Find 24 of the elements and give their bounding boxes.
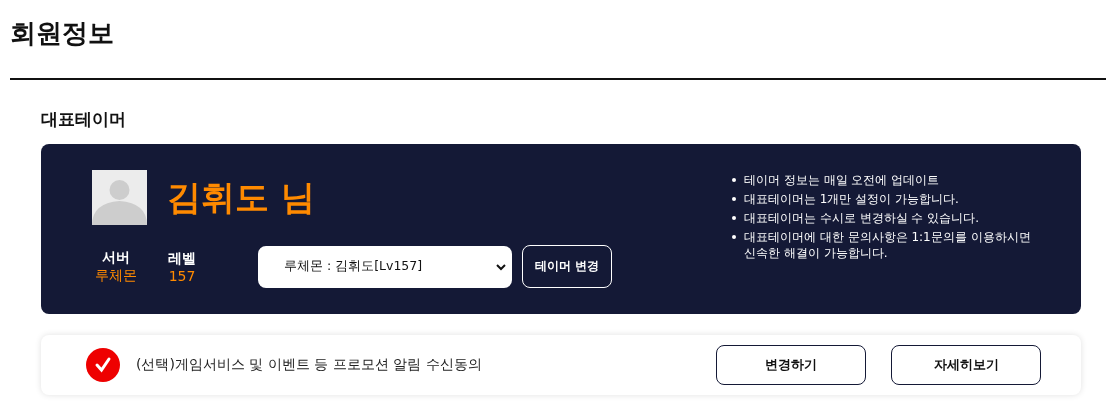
bullet-icon — [732, 216, 736, 220]
note-text: 대표테이머는 수시로 변경하실 수 있습니다. — [744, 210, 980, 226]
section-title: 대표테이머 — [41, 108, 127, 131]
note-text: 테이머 정보는 매일 오전에 업데이트 — [744, 172, 940, 188]
action-button[interactable]: 변경하기 — [716, 345, 866, 385]
stat-label: 레벨 — [168, 249, 196, 268]
chevron-down-icon — [496, 262, 506, 271]
avatar-icon — [92, 170, 147, 225]
consent-label: (선택)게임서비스 및 이벤트 등 프로모션 알림 수신동의 — [136, 356, 483, 374]
stat-value: 루체몬 — [95, 266, 137, 285]
action-button[interactable]: 자세히보기 — [891, 345, 1041, 385]
consent-checkbox[interactable] — [86, 348, 120, 382]
member-name: 김휘도 님 — [167, 175, 315, 219]
page-title: 회원정보 — [9, 17, 115, 50]
bullet-icon — [732, 197, 736, 201]
stat-label: 서버 — [102, 248, 130, 267]
check-icon — [94, 356, 112, 374]
bullet-icon — [732, 235, 736, 239]
stat-value: 157 — [168, 267, 196, 284]
note-text: 대표테이머에 대한 문의사항은 1:1문의를 이용하시면 신속한 해결이 가능합니다. — [744, 229, 1032, 261]
tamer-select[interactable]: 루체몬 : 김휘도[Lv157] — [258, 245, 512, 288]
bullet-icon — [732, 178, 736, 182]
note-text: 대표테이머는 1개만 설정이 가능합니다. — [744, 191, 959, 207]
change-tamer-button[interactable]: 테이머 변경 — [522, 245, 613, 288]
